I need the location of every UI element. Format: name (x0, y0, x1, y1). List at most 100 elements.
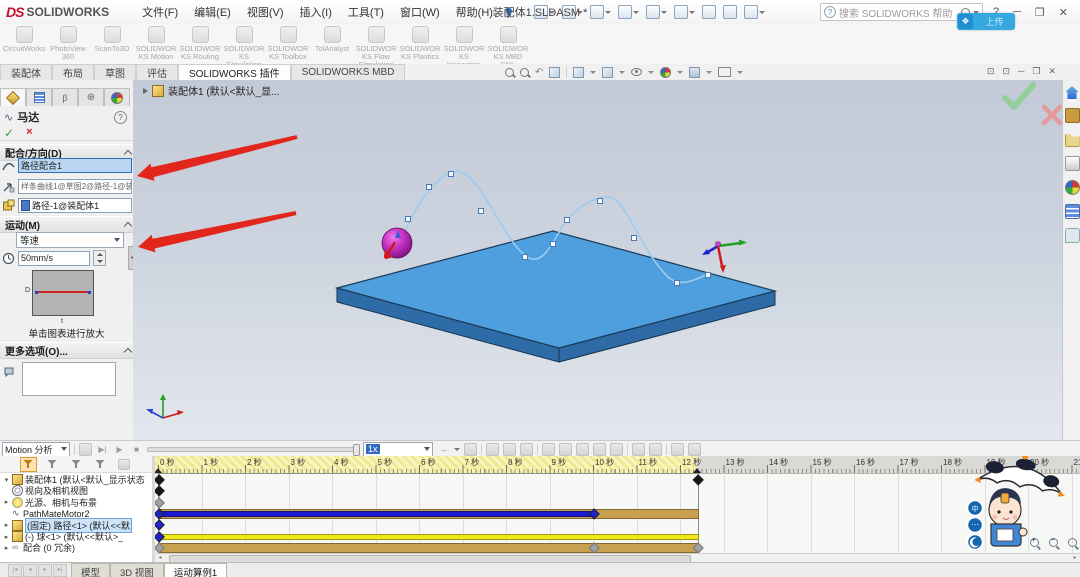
contact-button[interactable] (593, 443, 606, 455)
ribbon-addin-button[interactable]: SOLIDWORKS Routing (178, 24, 222, 61)
new-document-button[interactable] (532, 4, 557, 20)
expand-icon[interactable] (143, 88, 148, 94)
ribbon-addin-button[interactable]: SOLIDWORKS Flow Simulation (354, 24, 398, 69)
graphics-viewport[interactable]: 装配体1 (默认<默认_显... (133, 80, 1062, 440)
undo-button[interactable] (644, 4, 669, 20)
motion-tree-row[interactable]: ▾装配体1 (默认<默认_显示状态 (0, 474, 153, 485)
prev-tab-icon[interactable]: ◂ (23, 564, 37, 577)
ribbon-addin-button[interactable]: ScanTo3D (90, 24, 134, 53)
motion-type-select[interactable]: 等速 (16, 232, 124, 248)
desktop-pet-overlay[interactable]: 中 ⋯ (963, 456, 1067, 553)
bottom-tab[interactable]: 模型 (71, 563, 110, 577)
ribbon-addin-button[interactable]: SOLIDWORKS Plastics (398, 24, 442, 61)
ribbon-addin-button[interactable]: SOLIDWORKS Toolbox (266, 24, 310, 61)
zoom-fit-timeline-button[interactable] (1068, 538, 1079, 549)
ribbon-addin-button[interactable]: TolAnalyst (310, 24, 354, 53)
view-orientation-icon[interactable] (573, 67, 584, 78)
filter-driving-button[interactable] (44, 457, 61, 472)
display-style-icon[interactable] (602, 67, 613, 78)
autokey-button[interactable] (503, 443, 516, 455)
expand-icon[interactable]: ▸ (3, 544, 10, 552)
pin-menu-icon[interactable] (504, 7, 514, 17)
menu-item[interactable]: 插入(I) (293, 2, 339, 22)
tab-configurations[interactable]: β (52, 88, 78, 106)
motion-tree-row[interactable]: 视向及相机视图 (0, 485, 153, 496)
group-motion[interactable]: 运动(M) (0, 216, 138, 233)
slider-thumb[interactable] (353, 444, 360, 456)
doc-close-button[interactable]: ✕ (1048, 66, 1056, 77)
confirmation-corner-ok[interactable] (1001, 82, 1037, 110)
rebuild-button[interactable] (700, 4, 718, 20)
motion-tree-row[interactable]: ▸光源、相机与布景 (0, 497, 153, 508)
confirmation-corner-cancel[interactable] (1041, 104, 1062, 126)
save-button[interactable] (588, 4, 613, 20)
custom-properties-icon[interactable] (1065, 204, 1080, 219)
spline-selection-field[interactable]: 样条曲线1@草图2@路径-1@装配 (18, 179, 132, 194)
tab-feature-manager[interactable] (26, 88, 52, 106)
chevron-down-icon[interactable] (619, 71, 625, 74)
zoom-fit-icon[interactable] (505, 68, 514, 77)
restore-button[interactable]: ❐ (1031, 6, 1049, 19)
view-palette-icon[interactable] (1065, 156, 1080, 171)
cancel-button[interactable]: × (26, 126, 32, 140)
ok-button[interactable]: ✓ (4, 126, 14, 140)
menu-item[interactable]: 窗口(W) (393, 2, 447, 22)
expand-icon[interactable]: ▸ (3, 498, 10, 506)
prev-doc-icon[interactable]: ⊡ (987, 66, 995, 77)
ribbon-addin-button[interactable]: SOLIDWORKS Inspection (442, 24, 486, 69)
chevron-down-icon[interactable] (454, 448, 460, 451)
close-button[interactable]: ✕ (1055, 6, 1072, 19)
last-tab-icon[interactable]: ▸| (53, 564, 67, 577)
add-key-button[interactable] (520, 443, 533, 455)
design-library-icon[interactable] (1065, 108, 1080, 123)
ribbon-addin-button[interactable]: SOLIDWORKS Motion (134, 24, 178, 61)
pet-menu-buttons[interactable]: 中 ⋯ (968, 501, 983, 550)
previous-view-icon[interactable]: ↶ (535, 67, 543, 78)
animation-wizard-button[interactable] (486, 443, 499, 455)
doc-restore-button[interactable]: ❐ (1032, 66, 1040, 77)
calculate-button[interactable] (79, 443, 92, 455)
upload-overlay-badge[interactable]: ❖ 上传 (957, 13, 1015, 30)
motion-profile-graph[interactable]: D t (32, 270, 94, 316)
tab-property-manager[interactable] (0, 88, 26, 106)
results-button[interactable] (632, 443, 645, 455)
command-tab[interactable]: 评估 (136, 64, 178, 80)
play-from-start-button[interactable]: ▶| (96, 443, 109, 455)
assembly-triad[interactable] (702, 240, 747, 274)
timeline-position-slider[interactable] (147, 447, 359, 452)
force-button[interactable] (576, 443, 589, 455)
collapse-tree-button[interactable] (116, 457, 133, 472)
forum-bubble-icon[interactable] (1065, 228, 1080, 243)
select-button[interactable] (672, 4, 697, 20)
play-button[interactable]: ▶ (113, 443, 126, 455)
chevron-down-icon[interactable] (706, 71, 712, 74)
apply-scene-icon[interactable] (689, 67, 700, 78)
menu-item[interactable]: 工具(T) (341, 2, 391, 22)
next-doc-icon[interactable]: ⊡ (1002, 66, 1010, 77)
scrollbar-thumb[interactable] (169, 555, 691, 562)
command-tab[interactable]: 布局 (52, 64, 94, 80)
ribbon-addin-button[interactable]: SOLIDWORKS Simulation (222, 24, 266, 69)
event-based-view-button[interactable] (688, 443, 701, 455)
timeline-ruler[interactable]: 0 秒1 秒2 秒3 秒4 秒5 秒6 秒7 秒8 秒9 秒10 秒11 秒12… (155, 456, 1080, 474)
chevron-down-icon[interactable] (677, 71, 683, 74)
filter-animated-button[interactable] (20, 457, 37, 472)
speed-stepper[interactable] (93, 250, 106, 266)
stop-button[interactable]: ■ (130, 443, 143, 455)
timeline-bar-PathMateMotor2[interactable] (158, 511, 595, 517)
motion-tree-row[interactable]: ▸∞配合 (0 冗余) (0, 542, 153, 553)
file-explorer-icon[interactable] (1065, 132, 1080, 147)
path-component-field[interactable]: 路径-1@装配体1 (18, 198, 132, 213)
playback-speed-select[interactable]: 1x (363, 442, 433, 457)
motion-study-properties-button[interactable] (649, 443, 662, 455)
ribbon-addin-button[interactable]: PhotoView 360 (46, 24, 90, 61)
appearances-icon[interactable] (1065, 180, 1080, 195)
open-button[interactable] (560, 4, 585, 20)
chevron-down-icon[interactable] (590, 71, 596, 74)
view-settings-icon[interactable] (718, 67, 731, 77)
next-tab-icon[interactable]: ▸ (38, 564, 52, 577)
print-button[interactable] (616, 4, 641, 20)
bottom-tab[interactable]: 运动算例1 (164, 563, 227, 577)
ribbon-addin-button[interactable]: SOLIDWORKS MBD SNL (486, 24, 530, 69)
expand-icon[interactable]: ▸ (3, 521, 10, 529)
